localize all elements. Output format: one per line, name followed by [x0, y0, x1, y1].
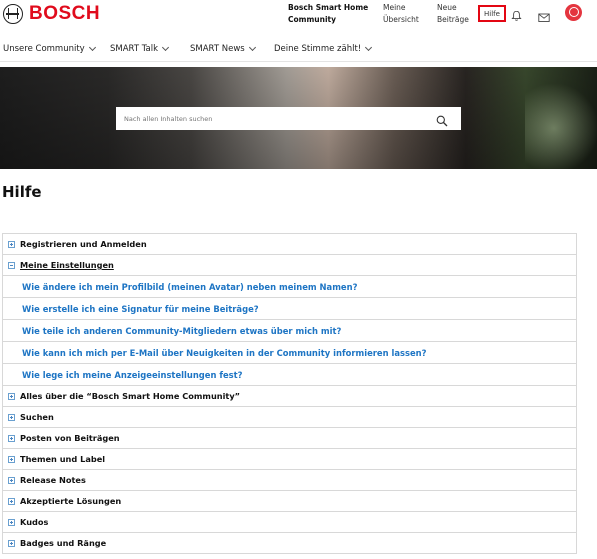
my-overview-line1: Meine	[383, 3, 406, 12]
community-title-line2: Community	[288, 15, 337, 24]
faq-link-row: Wie kann ich mich per E-Mail über Neuigk…	[3, 342, 576, 364]
faq-link-email-notifications[interactable]: Wie kann ich mich per E-Mail über Neuigk…	[22, 348, 426, 358]
nav-item-label: Deine Stimme zählt!	[274, 44, 362, 54]
chevron-down-icon	[365, 43, 373, 52]
faq-link-row: Wie lege ich meine Anzeigeeinstellungen …	[3, 364, 576, 386]
expand-plus-icon	[8, 392, 15, 400]
faq-link-display-settings[interactable]: Wie lege ich meine Anzeigeeinstellungen …	[22, 370, 243, 380]
new-posts-link[interactable]: Neue Beiträge	[437, 2, 469, 26]
mail-icon[interactable]	[538, 8, 550, 27]
section-label: Kudos	[20, 517, 49, 527]
main-navigation: Unsere Community SMART Talk SMART News D…	[0, 40, 597, 62]
faq-link-row: Wie teile ich anderen Community-Mitglied…	[3, 320, 576, 342]
my-overview-line2: Übersicht	[383, 15, 419, 24]
section-label: Meine Einstellungen	[20, 260, 114, 270]
bosch-armature-icon	[3, 4, 23, 24]
accordion-section-alles-ueber[interactable]: Alles über die “Bosch Smart Home Communi…	[3, 386, 576, 407]
accordion-section-release-notes[interactable]: Release Notes	[3, 470, 576, 491]
help-accordion: Registrieren und Anmelden Meine Einstell…	[2, 233, 577, 554]
community-title-line1: Bosch Smart Home	[288, 3, 369, 12]
nav-item-label: SMART News	[190, 44, 245, 54]
accordion-section-meine-einstellungen[interactable]: Meine Einstellungen	[3, 255, 576, 276]
help-link[interactable]: Hilfe	[478, 5, 506, 22]
nav-item-smart-news[interactable]: SMART News	[190, 43, 256, 54]
nav-item-unsere-community[interactable]: Unsere Community	[3, 43, 96, 54]
search-icon[interactable]	[436, 112, 448, 131]
accordion-section-themen-label[interactable]: Themen und Label	[3, 449, 576, 470]
header: BOSCH Bosch Smart Home Community Meine Ü…	[0, 0, 597, 34]
section-label: Release Notes	[20, 475, 86, 485]
expand-plus-icon	[8, 539, 15, 547]
faq-link-signature[interactable]: Wie erstelle ich eine Signatur für meine…	[22, 304, 259, 314]
section-label: Registrieren und Anmelden	[20, 239, 147, 249]
nav-item-smart-talk[interactable]: SMART Talk	[110, 43, 170, 54]
expand-plus-icon	[8, 413, 15, 421]
expand-plus-icon	[8, 476, 15, 484]
section-label: Akzeptierte Lösungen	[20, 496, 122, 506]
expand-plus-icon	[8, 434, 15, 442]
chevron-down-icon	[88, 43, 96, 52]
new-posts-line2: Beiträge	[437, 15, 469, 24]
chevron-down-icon	[161, 43, 170, 52]
expand-plus-icon	[8, 240, 15, 248]
faq-link-row: Wie erstelle ich eine Signatur für meine…	[3, 298, 576, 320]
accordion-section-posten[interactable]: Posten von Beiträgen	[3, 428, 576, 449]
section-label: Themen und Label	[20, 454, 106, 464]
logo-text: BOSCH	[29, 3, 101, 24]
accordion-section-badges[interactable]: Badges und Ränge	[3, 533, 576, 554]
expand-plus-icon	[8, 497, 15, 505]
section-label: Posten von Beiträgen	[20, 433, 120, 443]
my-overview-link[interactable]: Meine Übersicht	[383, 2, 419, 26]
collapse-minus-icon	[8, 261, 15, 269]
page-title: Hilfe	[2, 183, 42, 201]
bell-icon[interactable]	[511, 7, 522, 26]
section-label: Suchen	[20, 412, 54, 422]
nav-item-deine-stimme[interactable]: Deine Stimme zählt!	[274, 43, 373, 54]
accordion-section-registrieren[interactable]: Registrieren und Anmelden	[3, 234, 576, 255]
accordion-section-akzeptierte-loesungen[interactable]: Akzeptierte Lösungen	[3, 491, 576, 512]
faq-link-avatar[interactable]: Wie ändere ich mein Profilbild (meinen A…	[22, 282, 357, 292]
nav-item-label: SMART Talk	[110, 44, 159, 54]
search-input[interactable]	[124, 107, 424, 130]
nav-item-label: Unsere Community	[3, 44, 85, 54]
new-posts-line1: Neue	[437, 3, 457, 12]
community-title[interactable]: Bosch Smart Home Community	[288, 2, 368, 26]
search-box	[116, 107, 461, 130]
expand-plus-icon	[8, 518, 15, 526]
hero-banner	[0, 67, 597, 169]
section-label: Alles über die “Bosch Smart Home Communi…	[20, 391, 241, 401]
faq-link-about-me[interactable]: Wie teile ich anderen Community-Mitglied…	[22, 326, 341, 336]
chevron-down-icon	[248, 43, 256, 52]
faq-link-row: Wie ändere ich mein Profilbild (meinen A…	[3, 276, 576, 298]
accordion-section-suchen[interactable]: Suchen	[3, 407, 576, 428]
bosch-logo[interactable]: BOSCH	[3, 3, 100, 25]
expand-plus-icon	[8, 455, 15, 463]
user-avatar[interactable]	[565, 4, 582, 21]
accordion-section-kudos[interactable]: Kudos	[3, 512, 576, 533]
section-label: Badges und Ränge	[20, 538, 107, 548]
